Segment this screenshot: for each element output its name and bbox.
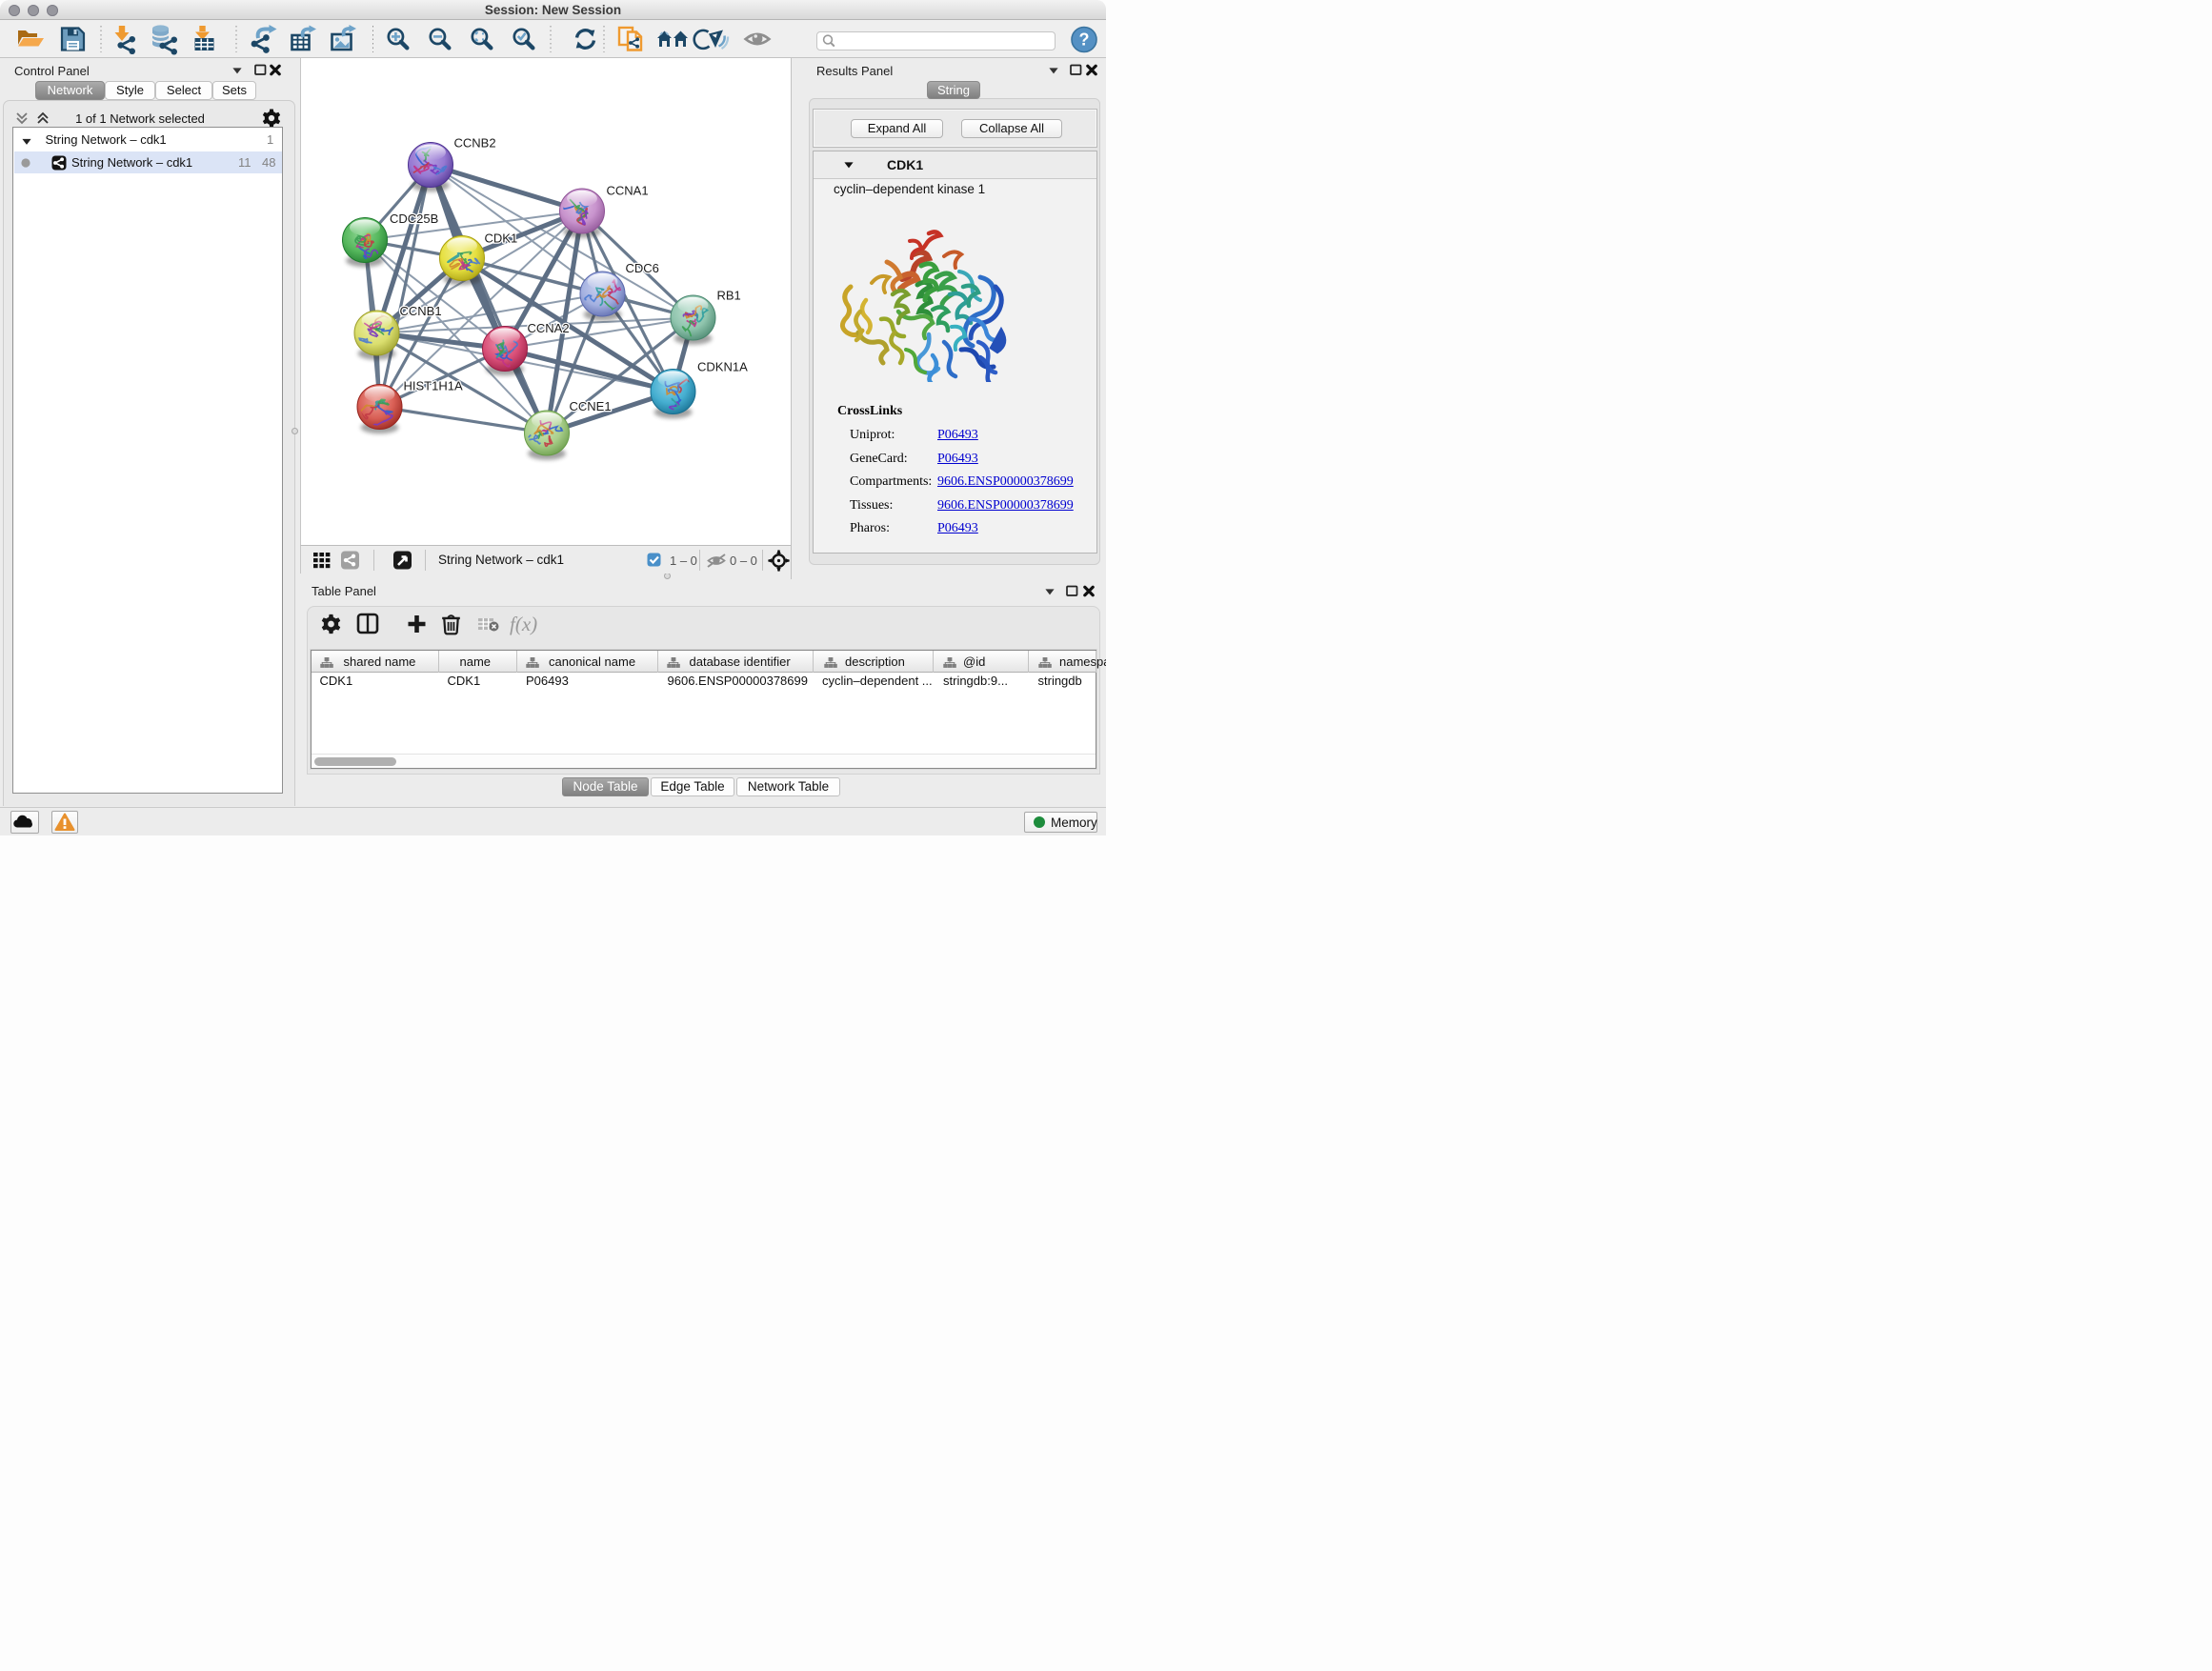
svg-text:f(x): f(x) [510,613,537,635]
svg-text:CCNA2: CCNA2 [528,321,570,335]
svg-text:HIST1H1A: HIST1H1A [404,379,463,393]
svg-text:CCNA1: CCNA1 [607,184,649,198]
svg-text:?: ? [1079,30,1090,50]
svg-text:RB1: RB1 [717,289,741,303]
svg-text:CCNB1: CCNB1 [400,304,442,318]
svg-text:CDC6: CDC6 [626,261,659,275]
svg-text:CCNE1: CCNE1 [570,399,612,413]
svg-text:CDC25B: CDC25B [390,211,438,226]
svg-text:CCNB2: CCNB2 [454,136,496,151]
svg-text:CDKN1A: CDKN1A [697,360,748,374]
svg-text:CDK1: CDK1 [485,232,518,246]
